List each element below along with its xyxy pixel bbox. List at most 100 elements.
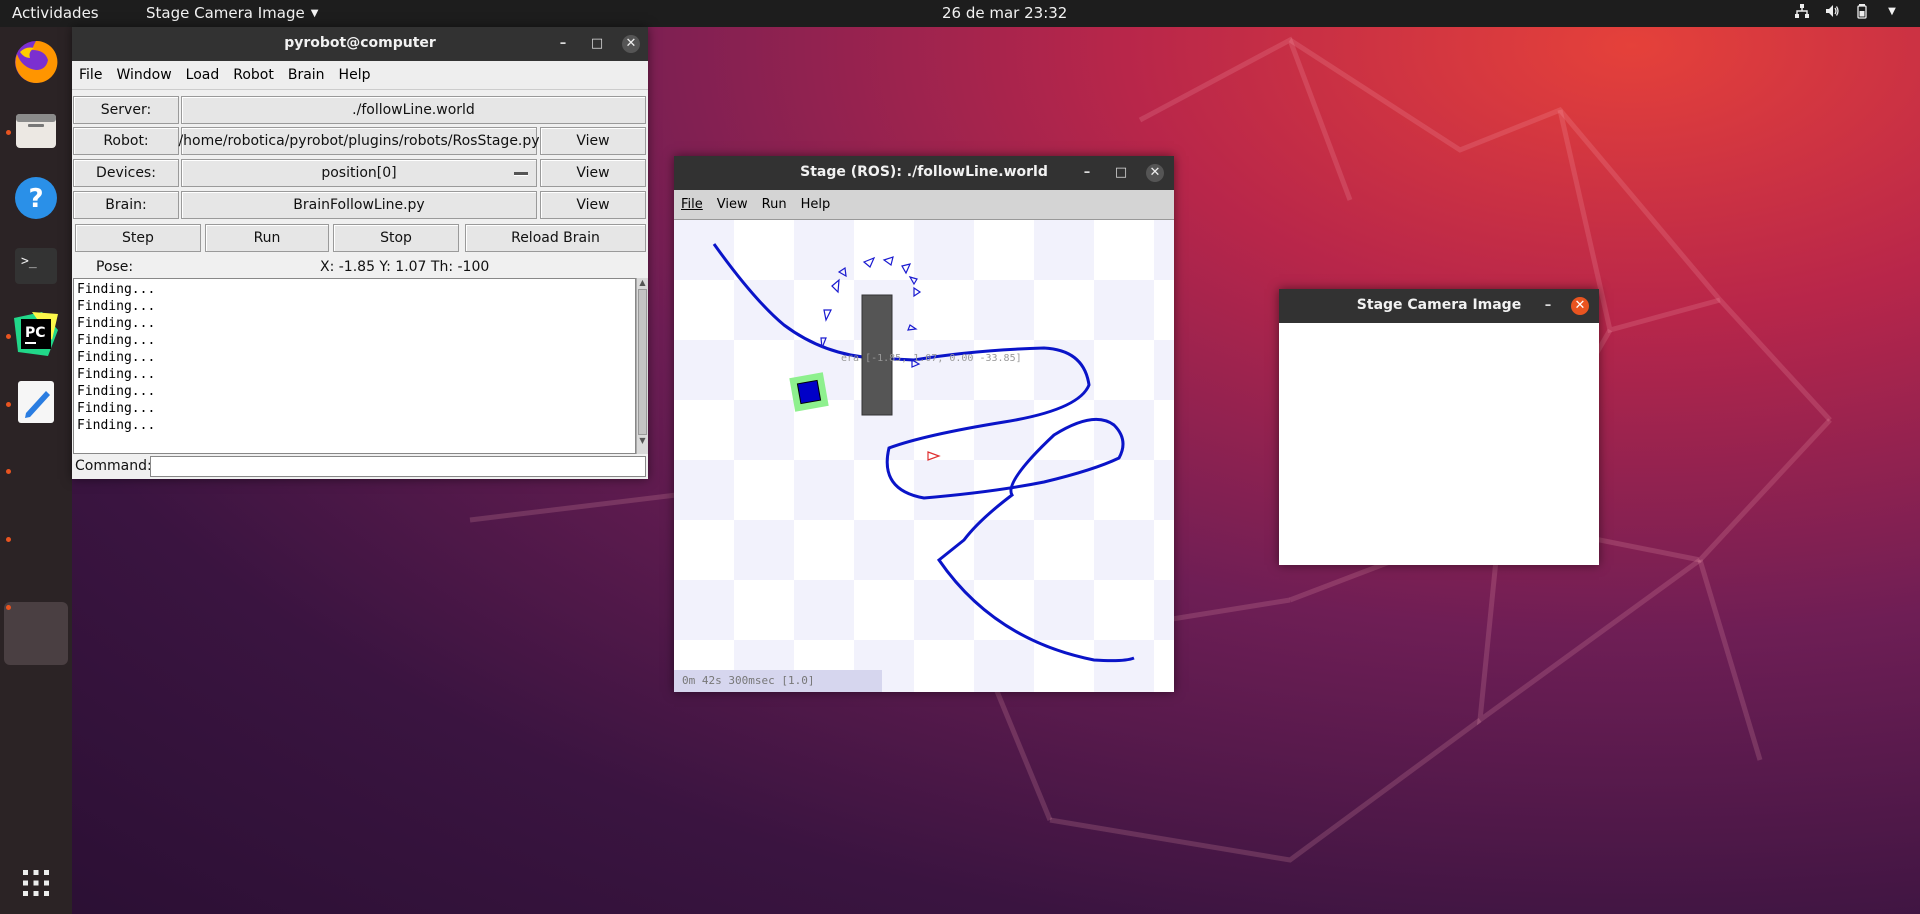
- close-icon[interactable]: ✕: [622, 35, 640, 53]
- close-icon[interactable]: ✕: [1146, 164, 1164, 182]
- caret-down-icon: ▼: [310, 7, 319, 19]
- robot-value[interactable]: /home/robotica/pyrobot/plugins/robots/Ro…: [178, 127, 540, 155]
- server-value[interactable]: ./followLine.world: [181, 96, 646, 124]
- log-line: Finding...: [77, 367, 156, 382]
- reload-brain-button[interactable]: Reload Brain: [465, 224, 646, 252]
- files-icon: [16, 114, 56, 148]
- menu-robot[interactable]: Robot: [226, 67, 281, 83]
- maximize-icon[interactable]: □: [1112, 164, 1130, 182]
- camera-image-area: [1279, 323, 1599, 565]
- terminal-launcher[interactable]: >_: [10, 240, 62, 292]
- devices-value: position[0]: [321, 165, 397, 181]
- log-scrollbar[interactable]: ▲ ▼: [636, 278, 648, 454]
- clock[interactable]: 26 de mar 23:32: [942, 4, 1067, 22]
- active-window-launcher[interactable]: [4, 602, 68, 665]
- pose-label: Pose:: [96, 259, 134, 275]
- robot-label: Robot:: [73, 127, 179, 155]
- stage-menubar: File View Run Help: [674, 190, 1174, 220]
- pyrobot-titlebar[interactable]: pyrobot@computer – □ ✕: [72, 27, 648, 61]
- volume-icon: [1824, 3, 1840, 19]
- scroll-thumb[interactable]: [638, 289, 647, 435]
- brain-view-button[interactable]: View: [540, 191, 646, 219]
- command-input[interactable]: [150, 456, 646, 477]
- svg-text:?: ?: [28, 184, 43, 214]
- menu-run[interactable]: Run: [755, 197, 794, 212]
- devices-view-button[interactable]: View: [540, 159, 646, 187]
- devices-select[interactable]: position[0]: [181, 159, 537, 187]
- command-label: Command:: [75, 458, 152, 474]
- menu-load[interactable]: Load: [179, 67, 227, 83]
- menu-help[interactable]: Help: [332, 67, 378, 83]
- scroll-down-icon[interactable]: ▼: [637, 436, 648, 446]
- chevron-down-icon: ▼: [1888, 5, 1896, 17]
- close-icon[interactable]: ✕: [1571, 297, 1589, 315]
- brain-value[interactable]: BrainFollowLine.py: [181, 191, 537, 219]
- devices-label: Devices:: [73, 159, 179, 187]
- log-line: Finding...: [77, 333, 156, 348]
- menu-brain[interactable]: Brain: [281, 67, 332, 83]
- minimize-icon[interactable]: –: [1078, 164, 1096, 182]
- svg-text:>_: >_: [21, 254, 37, 269]
- log-output[interactable]: Finding... Finding... Finding... Finding…: [73, 278, 636, 454]
- help-launcher[interactable]: ?: [10, 172, 62, 224]
- minimize-icon[interactable]: –: [1539, 297, 1557, 315]
- camera-window: Stage Camera Image – ✕: [1279, 289, 1599, 565]
- top-bar: Actividades Stage Camera Image ▼ 26 de m…: [0, 0, 1920, 27]
- dropdown-indicator-icon: [514, 172, 528, 175]
- menu-file[interactable]: File: [72, 67, 109, 83]
- running-indicator: [6, 130, 11, 135]
- log-line: Finding...: [77, 282, 156, 297]
- files-launcher[interactable]: [10, 104, 62, 156]
- log-line: Finding...: [77, 299, 156, 314]
- firefox-launcher[interactable]: [10, 36, 62, 88]
- menu-file[interactable]: File: [674, 197, 710, 212]
- stage-window: Stage (ROS): ./followLine.world – □ ✕ Fi…: [674, 156, 1174, 692]
- network-icon: [1794, 3, 1810, 19]
- running-indicator: [6, 605, 11, 610]
- stop-button[interactable]: Stop: [333, 224, 459, 252]
- help-icon: ?: [15, 177, 57, 219]
- log-line: Finding...: [77, 384, 156, 399]
- log-line: Finding...: [77, 401, 156, 416]
- log-line: Finding...: [77, 350, 156, 365]
- app-menu[interactable]: Stage Camera Image ▼: [146, 4, 318, 22]
- camera-titlebar[interactable]: Stage Camera Image – ✕: [1279, 289, 1599, 323]
- scroll-up-icon[interactable]: ▲: [637, 278, 648, 288]
- firefox-icon: [15, 40, 58, 83]
- text-editor-icon: [18, 381, 54, 423]
- pose-value: X: -1.85 Y: 1.07 Th: -100: [320, 259, 490, 275]
- robot-body: [796, 379, 822, 405]
- pycharm-launcher[interactable]: PC: [10, 308, 62, 360]
- pyrobot-menubar: File Window Load Robot Brain Help: [72, 61, 648, 90]
- running-indicator: [6, 537, 11, 542]
- running-indicator: [6, 402, 11, 407]
- stage-titlebar[interactable]: Stage (ROS): ./followLine.world – □ ✕: [674, 156, 1174, 190]
- text-editor-launcher[interactable]: [10, 376, 62, 428]
- apps-grid-icon: [23, 870, 49, 896]
- log-line: Finding...: [77, 418, 156, 433]
- robot-overlay-label: era [-1.85, 1.07, 0.00 -33.85]: [841, 353, 1022, 364]
- terminal-icon: >_: [15, 248, 57, 284]
- window-title: Stage (ROS): ./followLine.world: [800, 164, 1048, 180]
- step-button[interactable]: Step: [75, 224, 201, 252]
- maximize-icon[interactable]: □: [588, 35, 606, 53]
- stage-status-bar: 0m 42s 300msec [1.0]: [674, 670, 882, 692]
- app-menu-label: Stage Camera Image: [146, 4, 305, 22]
- menu-window[interactable]: Window: [109, 67, 178, 83]
- battery-icon: [1854, 3, 1870, 19]
- running-indicator: [6, 469, 11, 474]
- stage-world-canvas[interactable]: era [-1.85, 1.07, 0.00 -33.85] 0m 42s 30…: [674, 220, 1174, 692]
- brain-label: Brain:: [73, 191, 179, 219]
- pycharm-icon: PC: [14, 312, 58, 356]
- minimize-icon[interactable]: –: [554, 35, 572, 53]
- activities-button[interactable]: Actividades: [12, 4, 99, 22]
- pyrobot-window: pyrobot@computer – □ ✕ File Window Load …: [72, 27, 648, 479]
- show-applications-button[interactable]: [10, 857, 62, 909]
- svg-text:PC: PC: [25, 325, 46, 341]
- robot-view-button[interactable]: View: [540, 127, 646, 155]
- menu-help[interactable]: Help: [794, 197, 838, 212]
- log-line: Finding...: [77, 316, 156, 331]
- system-tray[interactable]: ▼: [1794, 3, 1900, 19]
- menu-view[interactable]: View: [710, 197, 755, 212]
- run-button[interactable]: Run: [205, 224, 329, 252]
